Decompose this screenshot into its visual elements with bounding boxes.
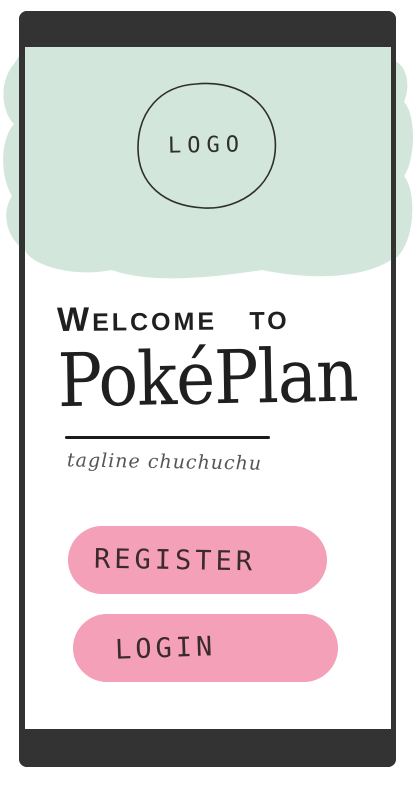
right-bezel — [391, 47, 396, 729]
tagline: tagline chuchuchu — [66, 449, 263, 475]
title-underline — [65, 436, 270, 439]
register-button-label: REGISTER — [93, 543, 257, 577]
register-button[interactable]: REGISTER — [68, 526, 327, 594]
login-button[interactable]: LOGIN — [73, 614, 338, 682]
top-bar — [19, 11, 396, 47]
to-initial: T — [249, 307, 268, 336]
app-name: PokéPlan — [57, 332, 359, 425]
left-bezel — [19, 47, 25, 729]
login-button-label: LOGIN — [114, 630, 217, 666]
logo: LOGO — [134, 80, 279, 212]
welcome-rest: ELCOME — [91, 307, 218, 337]
logo-label: LOGO — [167, 132, 246, 159]
to-rest: O — [267, 306, 290, 336]
welcome-initial: W — [56, 300, 93, 340]
bottom-bar — [19, 729, 396, 767]
